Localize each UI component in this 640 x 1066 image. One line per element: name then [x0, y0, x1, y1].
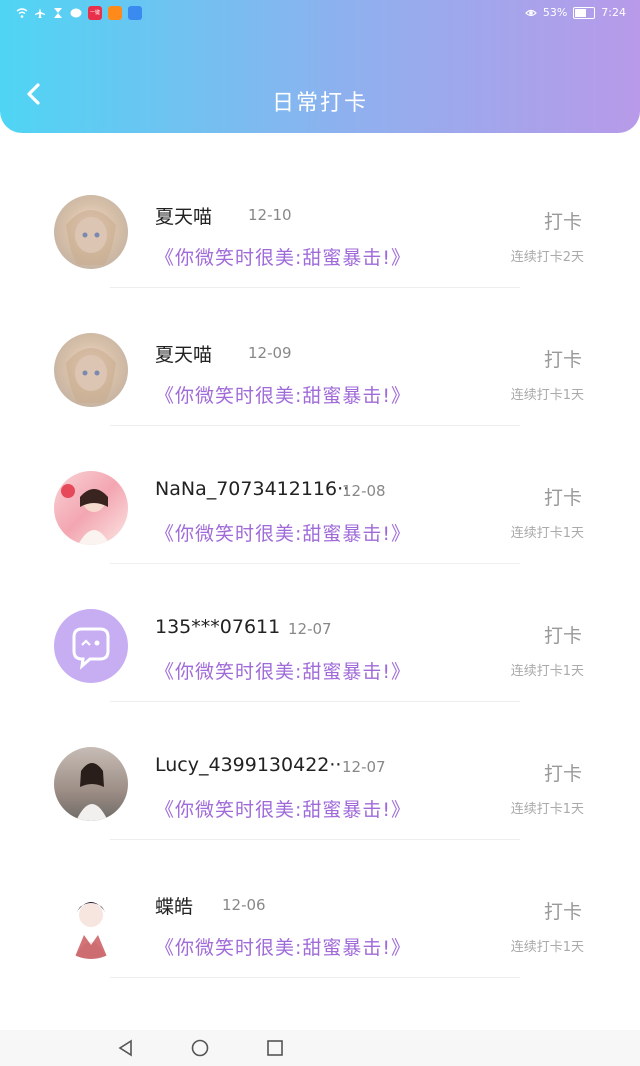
checkin-date: 12-10 [248, 206, 292, 224]
checkin-button[interactable]: 打卡 [544, 897, 582, 924]
status-bar: 一键购 53% 7:24 [0, 0, 640, 28]
battery-percent: 53% [542, 6, 568, 19]
user-name: 蝶皓 [155, 896, 194, 918]
battery-icon [573, 6, 596, 19]
list-item[interactable]: 夏天喵 12-09 《你微笑时很美:甜蜜暴击!》 打卡 连续打卡1天 [0, 288, 640, 426]
streak-label: 连续打卡1天 [510, 802, 584, 817]
checkin-button[interactable]: 打卡 [544, 621, 582, 648]
avatar[interactable] [54, 609, 128, 683]
system-nav-bar [0, 1030, 640, 1066]
airplane-icon [35, 8, 45, 18]
avatar[interactable] [54, 333, 128, 407]
nav-home-icon[interactable] [190, 1038, 210, 1058]
checkin-message: 《你微笑时很美:甜蜜暴击!》 [155, 661, 412, 683]
header-bar: 一键购 53% 7:24 日常打卡 [0, 0, 640, 133]
user-name: 135***07611 [155, 616, 281, 638]
music-app-icon [128, 6, 142, 20]
checkin-date: 12-07 [288, 620, 332, 638]
checkin-button[interactable]: 打卡 [544, 759, 582, 786]
nav-back-icon[interactable] [116, 1038, 136, 1058]
avatar[interactable] [54, 747, 128, 821]
user-name: Lucy_4399130422·· [155, 754, 342, 776]
eye-icon [524, 9, 537, 16]
shop-app-icon: 一键购 [88, 6, 102, 20]
checkin-button[interactable]: 打卡 [544, 207, 582, 234]
streak-label: 连续打卡2天 [510, 250, 584, 265]
avatar[interactable] [54, 885, 128, 959]
checkin-message: 《你微笑时很美:甜蜜暴击!》 [155, 247, 412, 269]
video-app-icon [108, 6, 122, 20]
streak-label: 连续打卡1天 [510, 664, 584, 679]
checkin-list: 夏天喵 12-10 《你微笑时很美:甜蜜暴击!》 打卡 连续打卡2天 夏天喵 1… [0, 150, 640, 978]
page-title: 日常打卡 [271, 91, 368, 116]
streak-label: 连续打卡1天 [510, 526, 584, 541]
checkin-button[interactable]: 打卡 [544, 483, 582, 510]
divider [110, 977, 520, 978]
checkin-message: 《你微笑时很美:甜蜜暴击!》 [155, 523, 412, 545]
checkin-message: 《你微笑时很美:甜蜜暴击!》 [155, 799, 412, 821]
avatar[interactable] [54, 471, 128, 545]
list-item[interactable]: 蝶皓 12-06 《你微笑时很美:甜蜜暴击!》 打卡 连续打卡1天 [0, 840, 640, 978]
checkin-button[interactable]: 打卡 [544, 345, 582, 372]
list-item[interactable]: 135***07611 12-07 《你微笑时很美:甜蜜暴击!》 打卡 连续打卡… [0, 564, 640, 702]
streak-label: 连续打卡1天 [510, 940, 584, 955]
user-name: NaNa_7073412116·· [155, 478, 350, 500]
checkin-date: 12-06 [222, 896, 266, 914]
checkin-date: 12-07 [342, 758, 386, 776]
list-item[interactable]: 夏天喵 12-10 《你微笑时很美:甜蜜暴击!》 打卡 连续打卡2天 [0, 150, 640, 288]
streak-label: 连续打卡1天 [510, 388, 584, 403]
user-name: 夏天喵 [155, 344, 213, 366]
avatar[interactable] [54, 195, 128, 269]
nav-recents-icon[interactable] [265, 1038, 285, 1058]
checkin-date: 12-08 [342, 482, 386, 500]
checkin-message: 《你微笑时很美:甜蜜暴击!》 [155, 385, 412, 407]
hourglass-icon [54, 8, 62, 18]
list-item[interactable]: NaNa_7073412116·· 12-08 《你微笑时很美:甜蜜暴击!》 打… [0, 426, 640, 564]
checkin-date: 12-09 [248, 344, 292, 362]
chat-app-icon [70, 8, 82, 18]
user-name: 夏天喵 [155, 206, 213, 228]
checkin-message: 《你微笑时很美:甜蜜暴击!》 [155, 937, 412, 959]
clock: 7:24 [601, 6, 626, 19]
wifi-icon [16, 8, 28, 18]
list-item[interactable]: Lucy_4399130422·· 12-07 《你微笑时很美:甜蜜暴击!》 打… [0, 702, 640, 840]
